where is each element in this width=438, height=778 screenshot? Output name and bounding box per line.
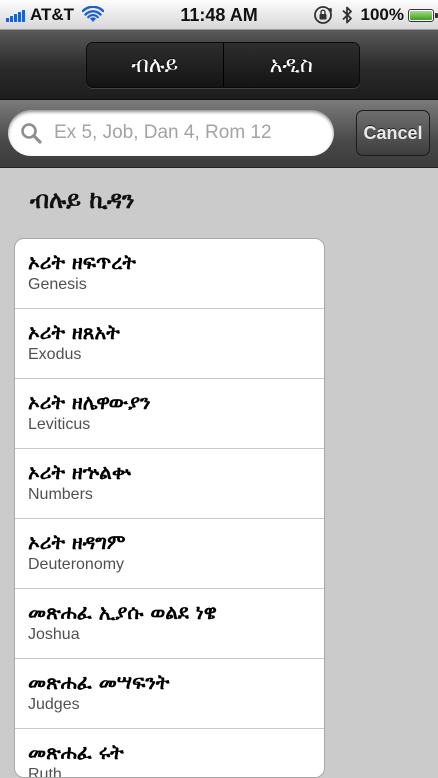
- tab-old-testament[interactable]: ብሉይ: [87, 43, 223, 87]
- navigation-bar: ብሉይ አዲስ: [0, 30, 438, 100]
- book-row-numbers[interactable]: ኦሪት ዘኍልቍ Numbers: [15, 449, 324, 519]
- book-name: ኦሪት ዘፍጥረት: [28, 250, 136, 274]
- book-row-deuteronomy[interactable]: ኦሪት ዘዳግም Deuteronomy: [15, 519, 324, 589]
- book-row-judges[interactable]: መጽሐፈ መሣፍንት Judges: [15, 659, 324, 729]
- book-english-name: Joshua: [28, 626, 80, 643]
- book-name: ኦሪት ዘሌዋውያን: [28, 390, 151, 414]
- battery-percentage: 100%: [360, 5, 404, 24]
- book-list: ኦሪት ዘፍጥረት Genesis ኦሪት ዘጸአት Exodus ኦሪት ዘሌ…: [14, 238, 325, 778]
- book-name: ኦሪት ዘጸአት: [28, 320, 120, 344]
- search-input[interactable]: [52, 121, 316, 145]
- book-row-genesis[interactable]: ኦሪት ዘፍጥረት Genesis: [15, 239, 324, 309]
- book-name: መጽሐፈ መሣፍንት: [28, 670, 170, 694]
- book-english-name: Numbers: [28, 486, 93, 503]
- battery-icon: [408, 8, 438, 22]
- tab-new-testament[interactable]: አዲስ: [222, 43, 359, 87]
- book-english-name: Judges: [28, 696, 80, 713]
- book-name: ኦሪት ዘዳግም: [28, 530, 126, 554]
- search-bar: Cancel: [0, 100, 438, 168]
- search-field[interactable]: [8, 110, 334, 156]
- search-icon: [21, 123, 42, 144]
- book-row-joshua[interactable]: መጽሐፈ ኢያሱ ወልደ ነዌ Joshua: [15, 589, 324, 659]
- bluetooth-icon: [341, 6, 352, 24]
- book-row-ruth[interactable]: መጽሐፈ ሩት Ruth: [15, 729, 324, 778]
- status-right: 100%: [313, 4, 438, 26]
- book-name: መጽሐፈ ሩት: [28, 740, 124, 764]
- book-english-name: Exodus: [28, 346, 82, 363]
- rotation-lock-icon: [313, 6, 332, 24]
- cancel-button[interactable]: Cancel: [356, 110, 430, 156]
- book-row-leviticus[interactable]: ኦሪት ዘሌዋውያን Leviticus: [15, 379, 324, 449]
- section-title: ብሉይ ኪዳን: [30, 186, 135, 214]
- book-row-exodus[interactable]: ኦሪት ዘጸአት Exodus: [15, 309, 324, 379]
- testament-segmented-control: ብሉይ አዲስ: [86, 42, 360, 88]
- status-bar: AT&T 11:48 AM 100%: [0, 0, 438, 30]
- book-name: መጽሐፈ ኢያሱ ወልደ ነዌ: [28, 600, 217, 624]
- book-english-name: Ruth: [28, 766, 62, 778]
- book-name: ኦሪት ዘኍልቍ: [28, 460, 131, 484]
- book-english-name: Leviticus: [28, 416, 91, 433]
- book-english-name: Deuteronomy: [28, 556, 125, 573]
- book-english-name: Genesis: [28, 276, 87, 293]
